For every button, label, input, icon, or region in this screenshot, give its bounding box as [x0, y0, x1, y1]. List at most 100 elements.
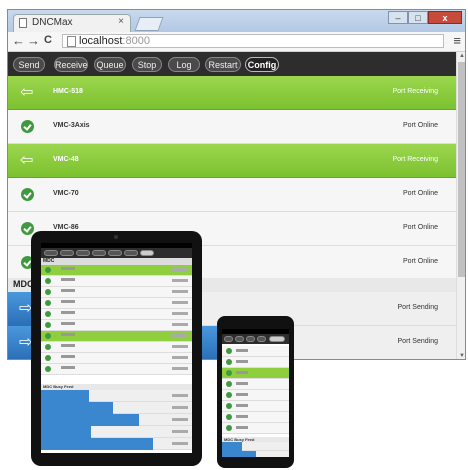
- tablet-row: [41, 287, 192, 298]
- tablet-sending-row: [41, 390, 192, 402]
- port-name: VMC-3Axis: [53, 122, 90, 129]
- forward-arrow-icon[interactable]: →: [27, 33, 40, 48]
- tablet-row-icon: [45, 278, 51, 284]
- phone-row: [222, 423, 289, 434]
- reload-icon[interactable]: C: [44, 34, 52, 46]
- tablet-row-status: [172, 367, 188, 370]
- tablet-device: MDC MDC Busy Feed: [31, 231, 202, 466]
- tablet-row-name: [61, 322, 75, 325]
- stop-button[interactable]: Stop: [132, 57, 162, 72]
- receive-arrow-icon: ⇦: [20, 84, 34, 101]
- port-status: Port Sending: [397, 304, 438, 311]
- phone-row-icon: [226, 414, 232, 420]
- tablet-row-name: [61, 355, 75, 358]
- window-close-button[interactable]: x: [428, 11, 462, 24]
- phone-screen: MDC Busy Feed: [222, 329, 289, 457]
- log-button[interactable]: Log: [168, 57, 200, 72]
- phone-row-name: [236, 382, 248, 385]
- port-row-vmc-48[interactable]: ⇦ VMC-48 Port Receiving: [8, 144, 456, 178]
- phone-row-name: [236, 349, 248, 352]
- tab-close-icon[interactable]: ×: [118, 16, 124, 27]
- port-name: VMC-86: [53, 224, 79, 231]
- phone-row-icon: [226, 348, 232, 354]
- tablet-row-name: [61, 333, 75, 336]
- tablet-row-status: [172, 345, 188, 348]
- phone-toolbar-button: [257, 336, 266, 342]
- config-button[interactable]: Config: [245, 57, 279, 72]
- phone-row-icon: [226, 359, 232, 365]
- scrollbar[interactable]: ▲ ▼: [456, 52, 465, 359]
- scrollbar-thumb[interactable]: [458, 62, 465, 277]
- navigation-bar: ← → C localhost:8000 ≡: [8, 32, 465, 52]
- tablet-sending-row: [41, 426, 192, 438]
- scroll-up-icon[interactable]: ▲: [459, 53, 465, 59]
- phone-device: MDC Busy Feed: [217, 316, 294, 468]
- phone-sending-row: [222, 451, 289, 457]
- receive-button[interactable]: Receive: [54, 57, 88, 72]
- port-row-vmc-3axis[interactable]: VMC-3Axis Port Online: [8, 110, 456, 144]
- phone-toolbar: [222, 334, 289, 344]
- phone-row-icon: [226, 425, 232, 431]
- tablet-row: [41, 309, 192, 320]
- tablet-row-name: [61, 300, 75, 303]
- restart-button[interactable]: Restart: [205, 57, 241, 72]
- phone-toolbar-button: [269, 336, 285, 342]
- tablet-sending-row: [41, 402, 192, 414]
- online-check-icon: [21, 222, 34, 235]
- new-tab-button[interactable]: [134, 17, 164, 31]
- phone-toolbar-button: [235, 336, 244, 342]
- minimize-button[interactable]: –: [388, 11, 408, 24]
- tablet-row-icon: [45, 311, 51, 317]
- tablet-row: [41, 276, 192, 287]
- port-row-vmc-70[interactable]: VMC-70 Port Online: [8, 178, 456, 212]
- tablet-sending-row: [41, 414, 192, 426]
- tablet-toolbar-button: [124, 250, 138, 256]
- tablet-mdc-header: MDC: [41, 258, 192, 265]
- queue-button[interactable]: Queue: [94, 57, 126, 72]
- app-toolbar: Send Receive Queue Stop Log Restart Conf…: [8, 52, 456, 76]
- tablet-row: [41, 342, 192, 353]
- maximize-button[interactable]: □: [408, 11, 428, 24]
- scroll-down-icon[interactable]: ▼: [459, 353, 465, 359]
- tablet-row-status: [172, 301, 188, 304]
- tablet-row-icon: [45, 344, 51, 350]
- tablet-row-name: [61, 311, 75, 314]
- send-button[interactable]: Send: [13, 57, 45, 72]
- port-name: VMC-70: [53, 190, 79, 197]
- online-check-icon: [21, 188, 34, 201]
- tablet-row-icon: [45, 267, 51, 273]
- phone-row-icon: [226, 370, 232, 376]
- tablet-toolbar-button: [44, 250, 58, 256]
- tablet-row-icon: [45, 322, 51, 328]
- phone-row-name: [236, 404, 248, 407]
- window-controls: – □ x: [388, 11, 462, 25]
- phone-row: [222, 346, 289, 357]
- url-text: localhost:8000: [79, 35, 150, 47]
- tab-title: DNCMax: [32, 17, 73, 28]
- tablet-mdc-busy-label: MDC Busy Feed: [43, 384, 74, 389]
- phone-row: [222, 401, 289, 412]
- tablet-screen: MDC MDC Busy Feed: [41, 243, 192, 453]
- tablet-row: [41, 353, 192, 364]
- port-row-hmc-518[interactable]: ⇦ HMC-518 Port Receiving: [8, 76, 456, 110]
- tablet-row: [41, 320, 192, 331]
- page-favicon-icon: [19, 18, 27, 28]
- tablet-row-name: [61, 344, 75, 347]
- phone-progress-bar: [222, 451, 256, 457]
- back-arrow-icon[interactable]: ←: [12, 33, 25, 48]
- tablet-row-status: [172, 394, 188, 397]
- tablet-toolbar-button: [92, 250, 106, 256]
- tablet-row-status: [172, 442, 188, 445]
- browser-menu-icon[interactable]: ≡: [453, 33, 461, 48]
- tablet-row-status: [172, 268, 188, 271]
- phone-row-icon: [226, 403, 232, 409]
- phone-row-name: [236, 393, 248, 396]
- browser-tab[interactable]: DNCMax ×: [13, 14, 131, 32]
- phone-row-name: [236, 415, 248, 418]
- port-status: Port Online: [402, 258, 438, 265]
- address-bar[interactable]: localhost:8000: [62, 34, 444, 48]
- tablet-toolbar: [41, 248, 192, 258]
- tablet-row-icon: [45, 366, 51, 372]
- tablet-toolbar-button: [76, 250, 90, 256]
- port-status: Port Sending: [397, 338, 438, 345]
